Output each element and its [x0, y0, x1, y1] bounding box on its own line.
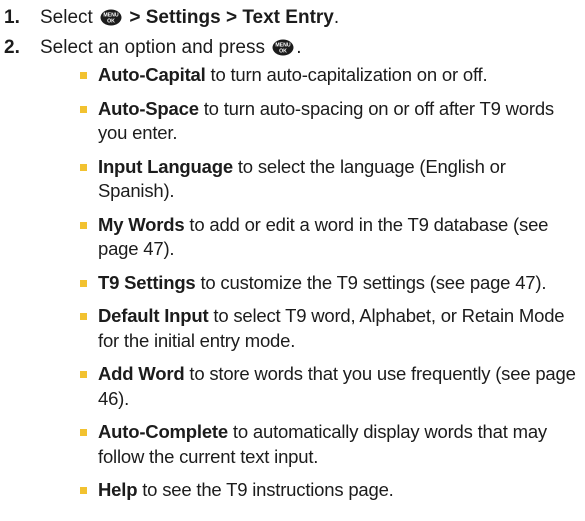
option-term: Default Input	[98, 305, 209, 326]
option-term: Auto-Capital	[98, 64, 206, 85]
step-number: 2.	[4, 37, 20, 58]
bullet-icon	[80, 371, 87, 378]
option-term: Input Language	[98, 155, 233, 177]
list-item-t9-settings: T9 Settings to customize the T9 settings…	[78, 271, 578, 296]
bullet-icon	[80, 313, 87, 320]
menu-ok-key-icon: MENU OK	[272, 39, 294, 56]
list-item-auto-capital: Auto-Capital to turn auto-capitalization…	[78, 63, 578, 88]
list-item-add-word: Add Word to store words that you use fre…	[78, 362, 578, 411]
key-bottom-label: OK	[279, 49, 287, 55]
list-item-input-language: Input Language to select the language (E…	[78, 155, 578, 204]
step-post-text: .	[296, 37, 302, 58]
option-term: Auto-Space	[98, 97, 199, 119]
step-post-text: .	[333, 7, 340, 28]
step-text: Select MENU OK > Settings > Text Entry.	[40, 5, 339, 31]
option-term: Add Word	[98, 363, 185, 384]
bullet-icon	[80, 429, 87, 436]
manual-page: 1. Select MENU OK > Settings > Text Entr…	[0, 0, 585, 521]
bullet-icon	[80, 221, 87, 229]
bullet-icon	[80, 72, 87, 79]
option-desc: to customize the T9 settings (see page 4…	[195, 271, 547, 293]
key-bottom-label: OK	[107, 19, 115, 25]
option-term: Help	[98, 479, 138, 500]
step-pre-text: Select	[40, 7, 93, 28]
list-item-auto-space: Auto-Space to turn auto-spacing on or of…	[78, 97, 578, 146]
menu-ok-key-icon: MENU OK	[100, 9, 122, 26]
option-term: T9 Settings	[98, 271, 196, 293]
option-term: Auto-Complete	[98, 421, 228, 442]
list-item-my-words: My Words to add or edit a word in the T9…	[78, 213, 578, 262]
option-desc: to see the T9 instructions page.	[137, 479, 394, 500]
bullet-icon	[80, 105, 87, 113]
bullet-icon	[80, 487, 87, 494]
step-number: 1.	[4, 7, 20, 28]
step-text: Select an option and press MENU OK .	[40, 35, 302, 61]
step-pre-text: Select an option and press	[40, 37, 265, 58]
settings-path: > Settings > Text Entry	[129, 7, 334, 28]
list-item-help: Help to see the T9 instructions page.	[78, 478, 578, 503]
option-desc: to turn auto-capitalization on or off.	[205, 64, 488, 85]
option-list: Auto-Capital to turn auto-capitalization…	[78, 63, 578, 512]
list-item-auto-complete: Auto-Complete to automatically display w…	[78, 420, 578, 469]
option-term: My Words	[98, 213, 185, 235]
bullet-icon	[80, 279, 87, 287]
bullet-icon	[80, 163, 87, 171]
list-item-default-input: Default Input to select T9 word, Alphabe…	[78, 304, 578, 353]
